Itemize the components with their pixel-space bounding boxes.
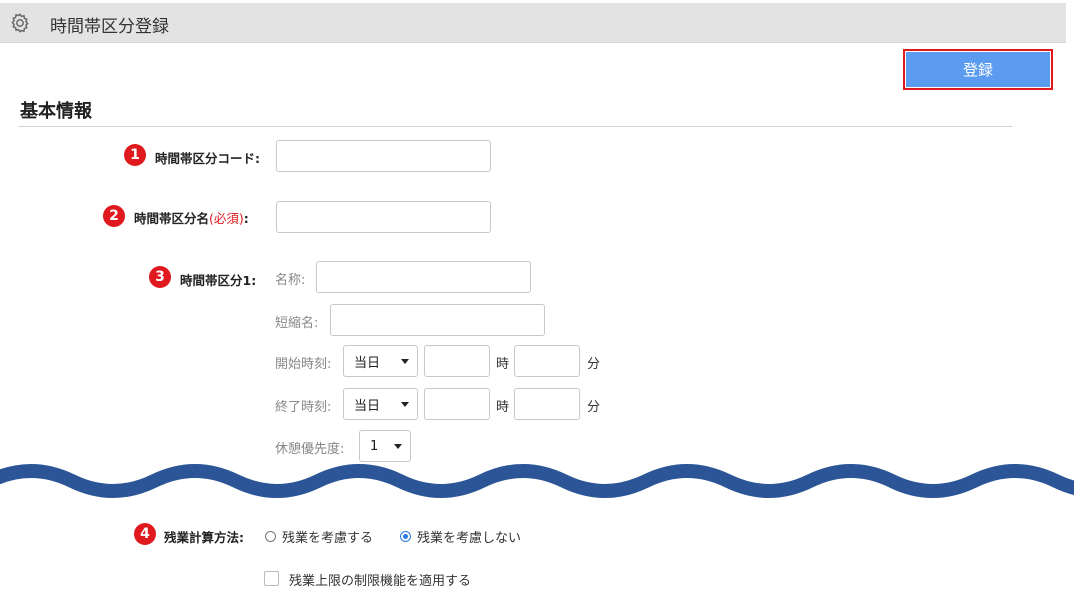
badge-3: 3 <box>149 266 171 288</box>
name-label-colon: : <box>243 211 249 226</box>
end-time-label: 終了時刻: <box>275 400 332 415</box>
badge-2: 2 <box>103 205 125 227</box>
start-hour-unit: 時 <box>496 357 510 372</box>
kubun1-short-input[interactable] <box>330 304 545 336</box>
chevron-down-icon <box>401 359 409 364</box>
overtime-limit-checkbox[interactable] <box>264 571 279 586</box>
start-minute-unit: 分 <box>587 357 601 372</box>
register-button[interactable]: 登録 <box>903 49 1053 90</box>
overtime-option-consider[interactable]: 残業を考慮する <box>265 527 373 546</box>
end-day-select[interactable]: 当日 <box>343 388 418 420</box>
start-day-value: 当日 <box>354 355 381 371</box>
register-button-label: 登録 <box>906 52 1050 87</box>
wave-divider <box>0 464 1074 498</box>
title-bar: 時間帯区分登録 <box>0 3 1066 43</box>
overtime-not-consider-label: 残業を考慮しない <box>417 531 522 546</box>
overtime-option-not-consider[interactable]: 残業を考慮しない <box>400 527 521 546</box>
code-input[interactable] <box>276 140 491 172</box>
end-minute-unit: 分 <box>587 400 601 415</box>
overtime-consider-label: 残業を考慮する <box>282 531 374 546</box>
page-title: 時間帯区分登録 <box>50 17 169 37</box>
overtime-label: 残業計算方法: <box>164 530 244 545</box>
end-day-value: 当日 <box>354 398 381 414</box>
start-hour-input[interactable] <box>424 345 490 377</box>
radio-not-consider[interactable] <box>400 531 411 542</box>
badge-1: 1 <box>124 144 146 166</box>
chevron-down-icon <box>394 444 402 449</box>
end-hour-input[interactable] <box>424 388 490 420</box>
start-day-select[interactable]: 当日 <box>343 345 418 377</box>
start-time-label: 開始時刻: <box>275 357 332 372</box>
gear-icon <box>11 13 29 33</box>
section-title: 基本情報 <box>20 101 92 122</box>
radio-consider[interactable] <box>265 531 276 542</box>
section-divider <box>18 126 1012 127</box>
overtime-limit-label: 残業上限の制限機能を適用する <box>289 574 472 589</box>
start-minute-input[interactable] <box>514 345 580 377</box>
name-label-text: 時間帯区分名 <box>134 211 210 226</box>
kubun1-label: 時間帯区分1: <box>180 273 257 288</box>
chevron-down-icon <box>401 402 409 407</box>
kubun1-name-label: 名称: <box>275 273 306 288</box>
end-hour-unit: 時 <box>496 400 510 415</box>
kubun1-short-label: 短縮名: <box>275 316 319 331</box>
required-mark: (必須) <box>209 211 244 226</box>
code-label: 時間帯区分コード: <box>155 151 260 166</box>
badge-4: 4 <box>134 523 156 545</box>
kubun1-name-input[interactable] <box>316 261 531 293</box>
name-input[interactable] <box>276 201 491 233</box>
break-priority-value: 1 <box>370 438 379 454</box>
end-minute-input[interactable] <box>514 388 580 420</box>
name-label: 時間帯区分名(必須): <box>134 208 249 227</box>
